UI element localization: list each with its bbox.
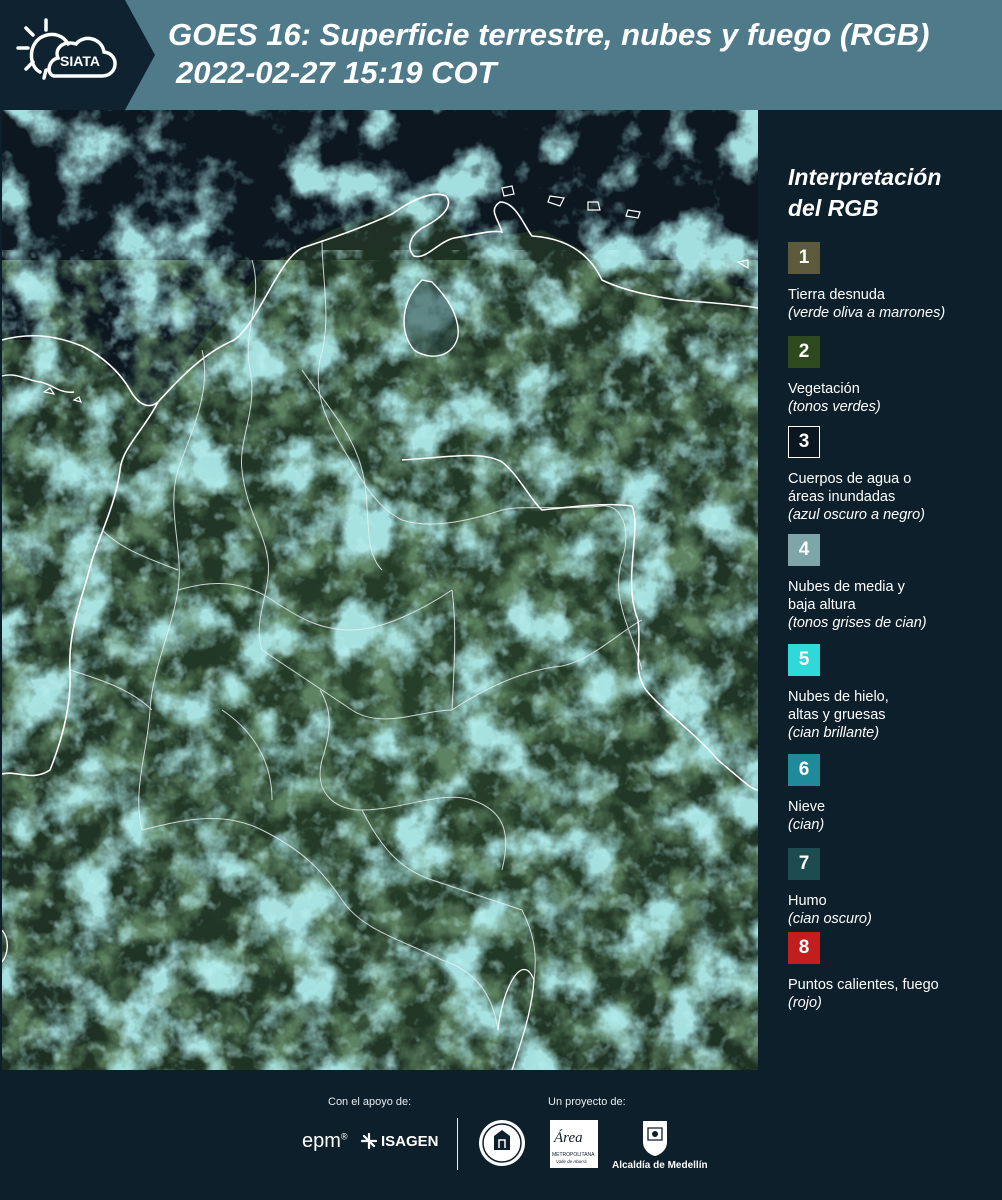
legend-title: Interpretación del RGB <box>788 162 941 224</box>
siata-logo-block: SIATA <box>0 0 155 110</box>
footer-divider <box>457 1118 458 1170</box>
legend-swatch-8: 8 <box>788 932 820 964</box>
area-logo-script: Área <box>554 1130 583 1146</box>
legend-item-4: 4 Nubes de media y baja altura (tonos gris… <box>788 534 927 632</box>
support-label: Con el apoyo de: <box>328 1096 412 1108</box>
legend-item-name: Tierra desnuda <box>788 287 885 303</box>
page-subtitle: 2022-02-27 15:19 COT <box>176 55 497 90</box>
legend-item-desc: (cian oscuro) <box>788 911 872 927</box>
alcaldia-caption: Alcaldía de Medellín <box>612 1160 708 1171</box>
legend-item-desc: (tonos verdes) <box>788 399 881 415</box>
legend-title-line2: del RGB <box>788 195 879 221</box>
alcaldia-shield-icon <box>643 1121 667 1156</box>
legend-item-5: 5 Nubes de hielo, altas y gruesas (cian br… <box>788 644 889 742</box>
legend-swatch-1: 1 <box>788 242 820 274</box>
legend-item-name: Humo <box>788 893 827 909</box>
legend-panel: Interpretación del RGB 1 Tierra desnuda (v… <box>760 110 1002 1070</box>
header-banner: SIATA GOES 16: Superficie terrestre, nub… <box>0 0 1002 110</box>
legend-item-3: 3 Cuerpos de agua o áreas inundadas (azul … <box>788 426 925 524</box>
legend-swatch-2: 2 <box>788 336 820 368</box>
epm-logo-text: epm <box>302 1130 341 1152</box>
legend-item-name: Nieve <box>788 799 826 815</box>
legend-swatch-3: 3 <box>788 426 820 458</box>
legend-item-2: 2 Vegetación (tonos verdes) <box>788 336 881 416</box>
satellite-image <box>2 110 758 1070</box>
epm-logo: epm® <box>302 1130 348 1152</box>
siata-logo-icon: SIATA <box>16 18 117 80</box>
isagen-logo-text: ISAGEN <box>381 1132 439 1150</box>
legend-item-desc: (azul oscuro a negro) <box>788 507 926 523</box>
legend-item-6: 6 Nieve (cian) <box>788 754 825 834</box>
legend-item-desc: (verde oliva a marrones) <box>788 305 946 321</box>
legend-item-desc: (cian) <box>788 817 825 833</box>
legend-item-name: Nubes de hielo, altas y gruesas <box>788 689 889 723</box>
area-logo-caption: METROPOLITANA <box>552 1152 595 1158</box>
legend-item-desc: (rojo) <box>788 995 822 1011</box>
legend-item-1: 1 Tierra desnuda (verde oliva a marrones) <box>788 242 945 322</box>
project-label: Un proyecto de: <box>548 1096 626 1108</box>
legend-item-name: Vegetación <box>788 381 860 397</box>
isagen-icon <box>360 1132 378 1150</box>
area-metropolitana-logo: Área METROPOLITANA Valle de Aburrá <box>550 1120 598 1168</box>
area-logo-caption-sub: Valle de Aburrá <box>556 1159 587 1164</box>
legend-item-8: 8 Puntos calientes, fuego (rojo) <box>788 932 939 1012</box>
legend-item-name: Nubes de media y baja altura <box>788 579 905 613</box>
satellite-map <box>2 110 758 1070</box>
legend-title-line1: Interpretación <box>788 164 942 190</box>
siata-logo-text: SIATA <box>60 53 100 69</box>
legend-item-name: Puntos calientes, fuego <box>788 977 939 993</box>
isagen-logo: ISAGEN <box>360 1132 439 1150</box>
legend-swatch-4: 4 <box>788 534 820 566</box>
footer: Con el apoyo de: Un proyecto de: epm® IS… <box>0 1070 1002 1200</box>
legend-item-desc: (tonos grises de cian) <box>788 615 927 631</box>
legend-swatch-5: 5 <box>788 644 820 676</box>
legend-swatch-6: 6 <box>788 754 820 786</box>
title-block: GOES 16: Superficie terrestre, nubes y f… <box>168 16 994 92</box>
legend-item-desc: (cian brillante) <box>788 725 880 741</box>
legend-item-name: Cuerpos de agua o áreas inundadas <box>788 471 912 505</box>
seal-logo-icon <box>479 1120 525 1166</box>
legend-swatch-7: 7 <box>788 848 820 880</box>
page-title: GOES 16: Superficie terrestre, nubes y f… <box>168 17 930 52</box>
legend-item-7: 7 Humo (cian oscuro) <box>788 848 872 928</box>
